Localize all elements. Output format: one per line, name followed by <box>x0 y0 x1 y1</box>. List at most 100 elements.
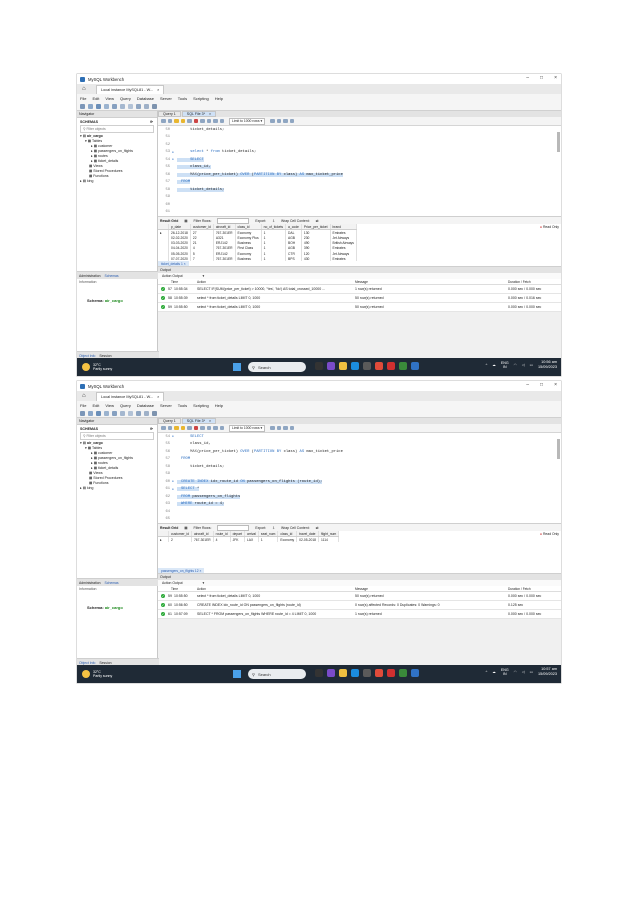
file-explorer-icon[interactable] <box>339 362 347 370</box>
speaker-icon[interactable]: ◁ <box>522 670 525 674</box>
filter-objects-input[interactable]: ⚲ Filter objects <box>80 432 154 440</box>
tab-object-info[interactable]: Object Info <box>79 661 95 665</box>
table-cell[interactable]: 1 <box>258 536 279 543</box>
rollback-icon[interactable] <box>213 425 218 431</box>
invisible-chars-icon[interactable] <box>283 425 288 431</box>
menu-item-server[interactable]: Server <box>160 403 172 408</box>
edge-icon[interactable] <box>351 362 359 370</box>
output-row[interactable]: ✓ 59 10:55:50 select * from ticket_details … <box>158 303 561 312</box>
table-cell[interactable]: 1114 <box>318 536 340 543</box>
refresh-icon[interactable]: ⟳ <box>150 120 153 124</box>
search-table-icon[interactable] <box>144 103 149 109</box>
store-icon[interactable] <box>363 669 371 677</box>
table-cell[interactable]: British Airways <box>330 240 357 246</box>
execute-current-icon[interactable] <box>180 425 185 431</box>
table-cell[interactable]: 767-301ER <box>213 256 236 262</box>
file-explorer-icon[interactable] <box>339 669 347 677</box>
open-inspector-icon[interactable] <box>96 103 101 109</box>
connection-tab[interactable]: Local instance MySQL81 - W... × <box>96 84 165 94</box>
create-table-icon[interactable] <box>112 410 117 416</box>
taskbar-search[interactable]: ⚲ Search <box>248 362 306 372</box>
save-icon[interactable] <box>167 118 172 124</box>
menu-item-query[interactable]: Query <box>120 403 131 408</box>
language-indicator[interactable]: ENG IN <box>501 361 509 370</box>
export-icon[interactable]: ⇩ <box>272 526 275 530</box>
stop-icon[interactable] <box>193 118 198 124</box>
sql-editor[interactable]: 54 ● SELECT 55 class_id, 56 MAX(price_per_t… <box>158 433 561 523</box>
table-cell[interactable]: 2 <box>168 536 192 543</box>
teams-icon[interactable] <box>327 669 335 677</box>
menu-item-file[interactable]: File <box>80 96 86 101</box>
mysql-workbench-icon[interactable] <box>411 362 419 370</box>
result-grid-label[interactable]: Result Grid <box>160 526 178 530</box>
table-cell[interactable]: Business <box>235 256 262 262</box>
taskbar-search[interactable]: ⚲ Search <box>248 669 306 679</box>
minimize-button[interactable]: – <box>526 382 529 388</box>
home-icon[interactable]: ⌂ <box>82 86 92 92</box>
output-row[interactable]: ✓ 57 10:55:34 SELECT IF(SUM(price_per_ticke… <box>158 285 561 294</box>
new-sql-tab-icon[interactable] <box>80 103 85 109</box>
tree-schema-king[interactable]: ▸ ▤ king <box>77 486 157 491</box>
menu-item-view[interactable]: View <box>105 403 114 408</box>
menu-item-tools[interactable]: Tools <box>178 96 187 101</box>
open-file-icon[interactable] <box>161 425 166 431</box>
maximize-button[interactable]: □ <box>540 75 543 81</box>
beautify-icon[interactable] <box>270 425 275 431</box>
tab-session[interactable]: Session <box>99 354 111 358</box>
wrap-icon[interactable] <box>289 425 295 431</box>
stop-icon[interactable] <box>193 425 198 431</box>
minimize-button[interactable]: – <box>526 75 529 81</box>
menu-item-scripting[interactable]: Scripting <box>193 403 209 408</box>
create-view-icon[interactable] <box>120 103 125 109</box>
table-cell[interactable]: 05-05-2020 <box>168 250 191 257</box>
new-sql-tab-icon[interactable] <box>80 410 85 416</box>
wifi-icon[interactable]: ◠ <box>514 670 517 674</box>
autocommit-icon[interactable] <box>219 118 224 124</box>
limit-rows-select[interactable]: Limit to 1000 rows ▾ <box>229 117 266 125</box>
chevron-up-icon[interactable]: ^ <box>486 363 488 367</box>
menu-item-file[interactable]: File <box>80 403 86 408</box>
rollback-icon[interactable] <box>213 118 218 124</box>
tree-schema-king[interactable]: ▸ ▤ king <box>77 179 157 184</box>
excel-icon[interactable] <box>399 362 407 370</box>
tab-sql-file[interactable]: SQL File 3* × <box>181 418 217 424</box>
create-view-icon[interactable] <box>120 410 125 416</box>
find-icon[interactable] <box>276 425 282 431</box>
output-row[interactable]: ✓ 58 10:55:39 select * from ticket_details … <box>158 294 561 303</box>
close-tab-icon[interactable]: × <box>209 112 211 116</box>
create-table-icon[interactable] <box>112 103 117 109</box>
table-cell[interactable]: Emirates <box>330 256 357 262</box>
weather-widget[interactable]: 32°C Partly sunny <box>82 670 112 679</box>
table-cell[interactable]: 767-301ER <box>213 229 236 236</box>
table-cell[interactable]: JFK <box>230 536 245 543</box>
execute-icon[interactable] <box>174 118 179 124</box>
teams-icon[interactable] <box>327 362 335 370</box>
office-icon[interactable] <box>387 669 395 677</box>
export-icon[interactable]: ⇩ <box>272 219 275 223</box>
table-cell[interactable]: Economy Plus <box>235 235 262 241</box>
edge-icon[interactable] <box>351 669 359 677</box>
clock[interactable]: 10:56 am 15/09/2023 <box>538 360 557 370</box>
close-button[interactable]: × <box>554 382 557 388</box>
menu-item-database[interactable]: Database <box>137 403 154 408</box>
refresh-icon[interactable]: ⟳ <box>150 427 153 431</box>
open-sql-icon[interactable] <box>88 103 93 109</box>
table-cell[interactable]: 03-03-2020 <box>168 240 191 246</box>
table-cell[interactable]: LAX <box>244 536 259 543</box>
invisible-chars-icon[interactable] <box>283 118 288 124</box>
autocommit-icon[interactable] <box>219 425 224 431</box>
battery-icon[interactable]: ▭ <box>530 670 533 674</box>
cloud-icon[interactable]: ☁ <box>492 363 496 367</box>
create-function-icon[interactable] <box>136 410 141 416</box>
mysql-workbench-icon[interactable] <box>411 669 419 677</box>
explain-icon[interactable] <box>187 425 192 431</box>
grid-view-icon[interactable]: ▦ <box>184 526 187 530</box>
home-icon[interactable]: ⌂ <box>82 393 92 399</box>
table-row[interactable]: ▸ 2 767-301ER 4 JFK LAX 1 Economy 02-05-2018 1114 <box>158 536 340 543</box>
table-cell[interactable]: 4 <box>213 536 231 543</box>
chrome-icon[interactable] <box>375 669 383 677</box>
table-cell[interactable]: BPS <box>285 256 302 262</box>
output-row[interactable]: ✓ 60 10:56:50 CREATE INDEX idx_route_id ON … <box>158 601 561 610</box>
windows-start-icon[interactable] <box>233 670 241 678</box>
beautify-icon[interactable] <box>270 118 275 124</box>
